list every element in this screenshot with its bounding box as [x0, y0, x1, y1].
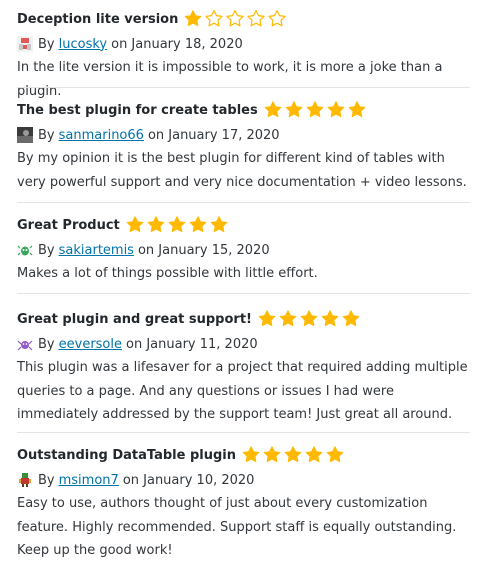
star-filled-icon — [210, 216, 228, 233]
review-header: Outstanding DataTable plugin — [17, 442, 470, 468]
review-divider — [17, 87, 470, 88]
author-link[interactable]: eeversole — [59, 337, 122, 352]
identicon-avatar-icon — [17, 36, 33, 52]
by-label: By — [38, 472, 55, 488]
photo-avatar-icon — [17, 127, 33, 143]
author-link[interactable]: lucosky — [59, 37, 107, 52]
reviews-list: Deception lite version By lucosky on Jan… — [0, 0, 478, 561]
review-item: Outstanding DataTable plugin By msimon7 … — [17, 442, 470, 563]
bug-avatar-icon — [17, 242, 33, 258]
star-filled-icon — [189, 216, 207, 233]
review-title: Outstanding DataTable plugin — [17, 447, 237, 463]
review-divider — [17, 432, 470, 433]
star-filled-icon — [168, 216, 186, 233]
star-filled-icon — [258, 310, 276, 327]
star-empty-icon — [226, 10, 244, 27]
star-rating — [241, 445, 345, 465]
star-filled-icon — [326, 446, 344, 463]
star-filled-icon — [306, 101, 324, 118]
review-divider — [17, 202, 470, 203]
review-divider — [17, 293, 470, 294]
star-filled-icon — [279, 310, 297, 327]
review-meta: By msimon7 on January 10, 2020 — [17, 468, 470, 492]
star-filled-icon — [327, 101, 345, 118]
review-body: Makes a lot of things possible with litt… — [17, 266, 318, 281]
review-date: on January 10, 2020 — [122, 472, 255, 488]
spider-avatar-icon — [17, 336, 33, 352]
star-rating — [263, 100, 367, 120]
review-date: on January 18, 2020 — [111, 36, 243, 52]
review-meta: By sakiartemis on January 15, 2020 — [17, 238, 470, 262]
review-title: Great Product — [17, 217, 120, 233]
character-avatar-icon — [17, 472, 33, 488]
review-meta: By eeversole on January 11, 2020 — [17, 332, 470, 356]
star-filled-icon — [264, 101, 282, 118]
star-filled-icon — [305, 446, 323, 463]
by-label: By — [38, 36, 55, 52]
star-filled-icon — [300, 310, 318, 327]
star-empty-icon — [205, 10, 223, 27]
review-header: The best plugin for create tables — [17, 97, 470, 123]
author-link[interactable]: sanmarino66 — [59, 128, 144, 143]
star-empty-icon — [268, 10, 286, 27]
by-label: By — [38, 127, 55, 143]
author-link[interactable]: msimon7 — [59, 473, 119, 488]
review-item: Great Product By sakiartemis on January … — [17, 212, 470, 286]
review-date: on January 17, 2020 — [147, 127, 280, 143]
star-filled-icon — [342, 310, 360, 327]
star-filled-icon — [284, 446, 302, 463]
star-filled-icon — [321, 310, 339, 327]
review-header: Great plugin and great support! — [17, 306, 470, 332]
review-body: In the lite version it is impossible to … — [17, 60, 443, 99]
star-rating — [125, 215, 229, 235]
star-rating — [183, 9, 287, 29]
review-body: Easy to use, authors thought of just abo… — [17, 496, 457, 558]
star-filled-icon — [263, 446, 281, 463]
review-date: on January 11, 2020 — [126, 336, 258, 352]
review-title: Deception lite version — [17, 11, 179, 27]
review-title: Great plugin and great support! — [17, 311, 252, 327]
review-body: By my opinion it is the best plugin for … — [17, 151, 467, 190]
star-filled-icon — [184, 10, 202, 27]
review-body: This plugin was a lifesaver for a projec… — [17, 360, 468, 422]
star-rating — [257, 309, 361, 329]
star-filled-icon — [285, 101, 303, 118]
by-label: By — [38, 336, 55, 352]
review-item: Deception lite version By lucosky on Jan… — [17, 6, 470, 103]
star-filled-icon — [126, 216, 144, 233]
review-item: The best plugin for create tables By san… — [17, 97, 470, 194]
star-filled-icon — [242, 446, 260, 463]
review-meta: By sanmarino66 on January 17, 2020 — [17, 123, 470, 147]
review-header: Great Product — [17, 212, 470, 238]
star-filled-icon — [147, 216, 165, 233]
review-header: Deception lite version — [17, 6, 470, 32]
author-link[interactable]: sakiartemis — [59, 243, 134, 258]
review-meta: By lucosky on January 18, 2020 — [17, 32, 470, 56]
review-item: Great plugin and great support! By eever… — [17, 306, 470, 427]
by-label: By — [38, 242, 55, 258]
review-title: The best plugin for create tables — [17, 102, 258, 118]
review-date: on January 15, 2020 — [137, 242, 270, 258]
star-empty-icon — [247, 10, 265, 27]
star-filled-icon — [348, 101, 366, 118]
